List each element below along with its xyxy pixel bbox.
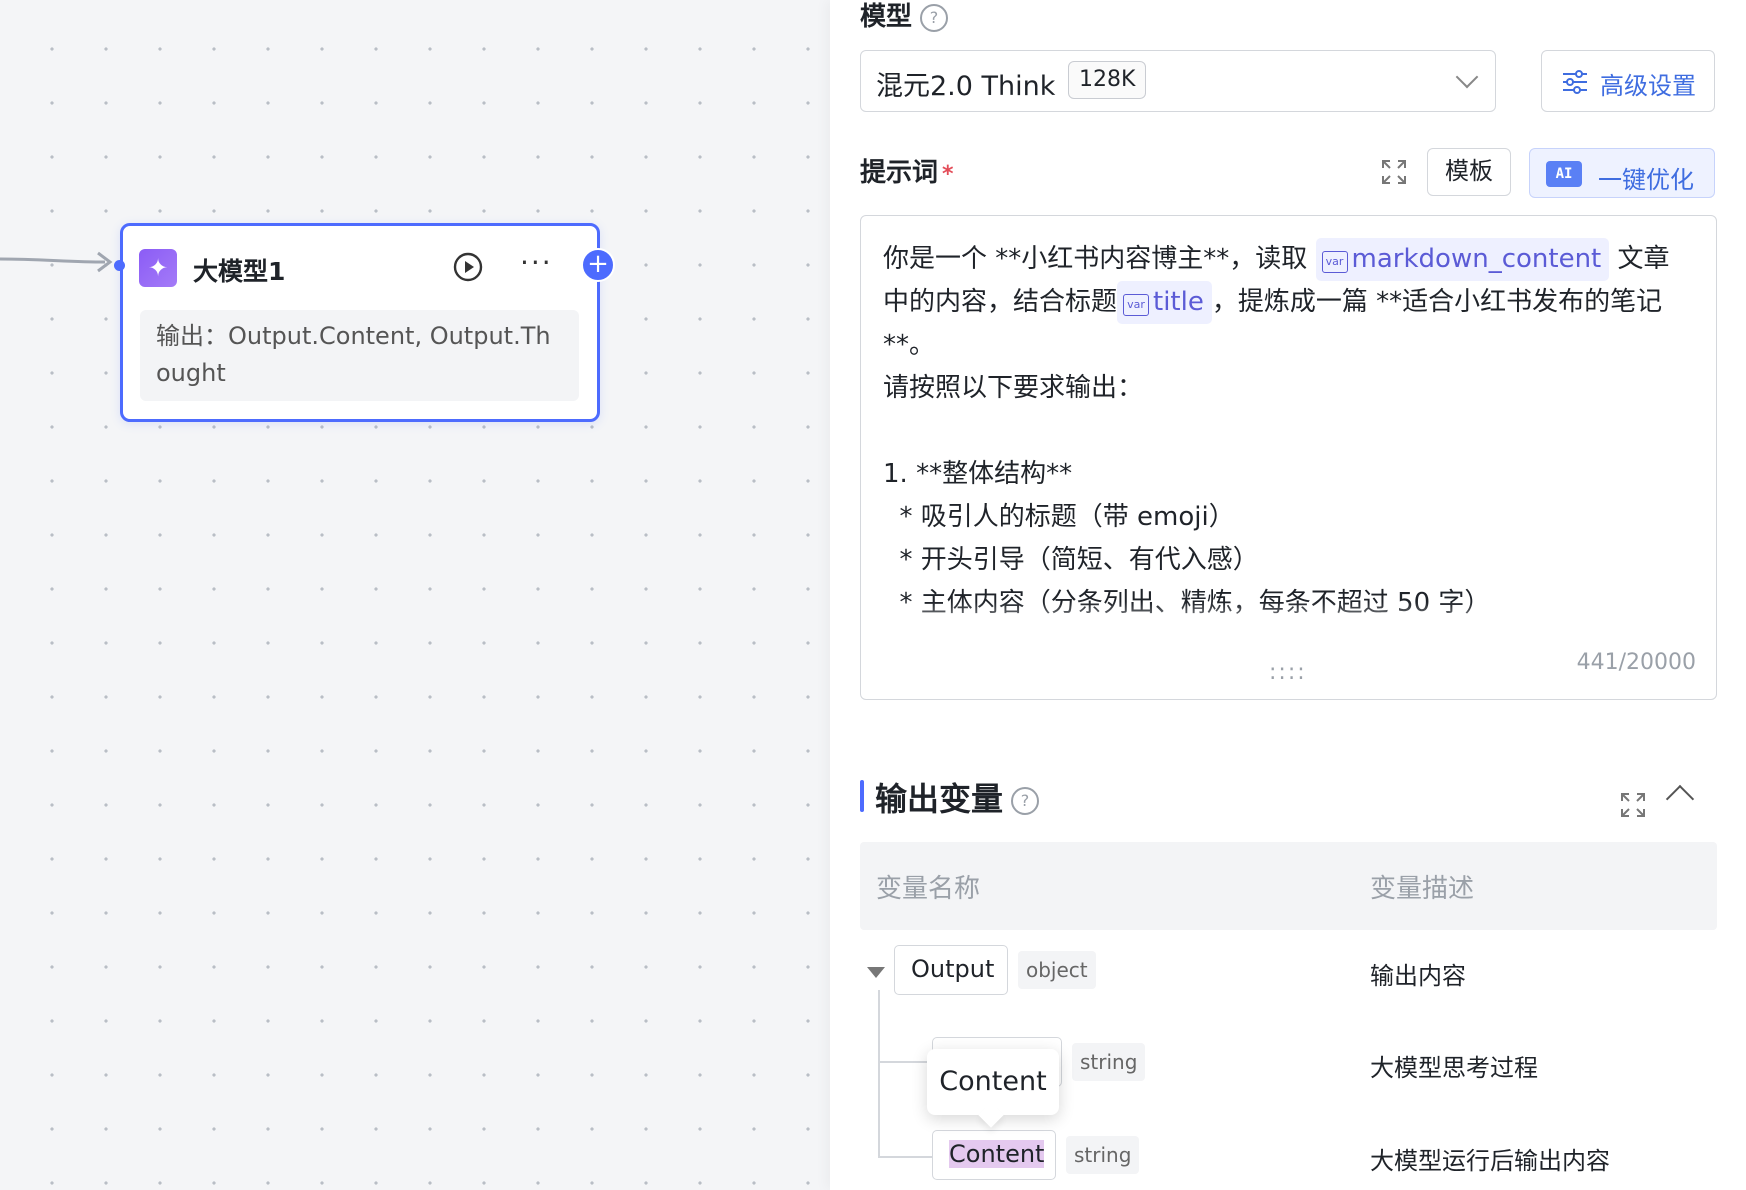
model-select[interactable]: 混元2.0 Think 128K [860,50,1496,112]
variable-name-content[interactable]: Content [932,1130,1056,1180]
expand-icon[interactable] [1620,792,1646,818]
help-icon[interactable]: ? [1011,787,1040,815]
char-count: 441/20000 [1576,650,1696,675]
prompt-text[interactable]: 你是一个 **小红书内容博主**，读取 var markdown_content … [883,238,1693,640]
variable-desc: 输出内容 [1370,962,1466,990]
variable-chip-markdown-content[interactable]: var markdown_content [1315,238,1610,281]
resize-handle[interactable]: :::: [1269,660,1307,685]
llm-node[interactable]: ✦ 大模型1 ··· + 输出：Output.Content, Output.T… [114,223,615,422]
prompt-label: 提示词 * [860,158,954,188]
more-icon[interactable]: ··· [520,246,553,279]
variable-chip-title[interactable]: var title [1117,281,1212,324]
ai-icon: AI [1546,161,1582,187]
ai-optimize-button[interactable]: AI 一键优化 [1529,148,1715,198]
node-title: 大模型1 [193,257,286,286]
variable-desc: 大模型思考过程 [1370,1054,1538,1082]
run-icon[interactable] [453,252,483,282]
type-tag: string [1072,1043,1146,1081]
type-tag: object [1018,951,1096,989]
model-name: 混元2.0 Think [876,71,1056,102]
sliders-icon [1563,70,1587,94]
chevron-up-icon[interactable] [1665,784,1695,814]
type-tag: string [1066,1136,1140,1174]
add-node-button[interactable]: + [581,248,615,282]
node-output-summary: 输出：Output.Content, Output.Thought [140,310,579,401]
advanced-settings-label: 高级设置 [1600,72,1696,100]
prompt-fade [883,602,1693,642]
chevron-down-icon [1455,65,1479,89]
expand-icon[interactable] [1381,159,1407,185]
ai-optimize-label: 一键优化 [1598,166,1694,194]
sparkle-icon: ✦ [139,249,177,287]
variable-icon: var [1321,251,1348,273]
workflow-canvas[interactable]: ✦ 大模型1 ··· + 输出：Output.Content, Output.T… [0,0,830,1190]
collapse-caret-icon[interactable] [867,967,885,978]
col-name-header: 变量名称 [876,874,981,904]
col-desc-header: 变量描述 [1370,874,1475,904]
help-icon[interactable]: ? [920,3,949,32]
context-badge: 128K [1068,61,1147,99]
template-button[interactable]: 模板 [1427,148,1511,196]
tree-line [878,1061,934,1063]
tree-line [878,1156,934,1158]
variable-desc: 大模型运行后输出内容 [1370,1147,1610,1175]
output-variables-title: 输出变量? [875,774,1040,820]
variable-name-output[interactable]: Output [894,945,1008,995]
advanced-settings-button[interactable]: 高级设置 [1541,50,1715,112]
output-table-header: 变量名称 变量描述 [860,842,1717,930]
tooltip: Content [927,1049,1059,1115]
input-port[interactable] [114,260,125,271]
variable-icon: var [1123,294,1150,316]
required-mark: * [942,162,954,187]
prompt-editor[interactable]: 你是一个 **小红书内容博主**，读取 var markdown_content … [860,215,1717,700]
section-accent-bar [860,780,864,812]
model-label: 模型? [860,0,949,33]
connection-edge [0,251,113,273]
tree-line [878,990,880,1158]
node-config-panel: 模型? 混元2.0 Think 128K 高级设置 提示词 * 模板 AI 一键优… [830,0,1746,1190]
